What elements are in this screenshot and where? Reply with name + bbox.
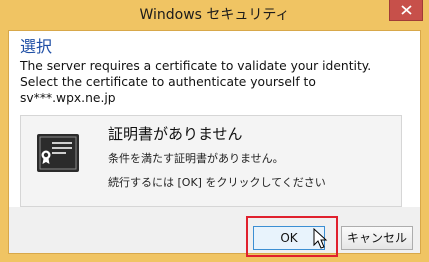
mouse-pointer-icon [313, 228, 328, 249]
window-title: Windows セキュリティ [139, 7, 290, 23]
certificate-icon [37, 134, 79, 172]
certificate-instruction: 続行するには [OK] をクリックしてください [108, 176, 326, 189]
dialog-heading: 選択 [20, 37, 53, 56]
certificate-message: 条件を満たす証明書がありません。 [108, 152, 284, 165]
certificate-title: 証明書がありません [108, 125, 243, 143]
certificate-option[interactable]: 証明書がありません 条件を満たす証明書がありません。 続行するには [OK] を… [20, 115, 402, 207]
cancel-button[interactable]: キャンセル [341, 226, 413, 250]
close-icon [401, 5, 412, 15]
title-bar[interactable]: Windows セキュリティ [0, 0, 429, 30]
close-button[interactable] [389, 0, 423, 21]
dialog-description: The server requires a certificate to val… [20, 59, 372, 105]
security-dialog-window: Windows セキュリティ 選択 The server requires a … [0, 0, 429, 262]
dialog-content: 選択 The server requires a certificate to … [8, 30, 421, 254]
